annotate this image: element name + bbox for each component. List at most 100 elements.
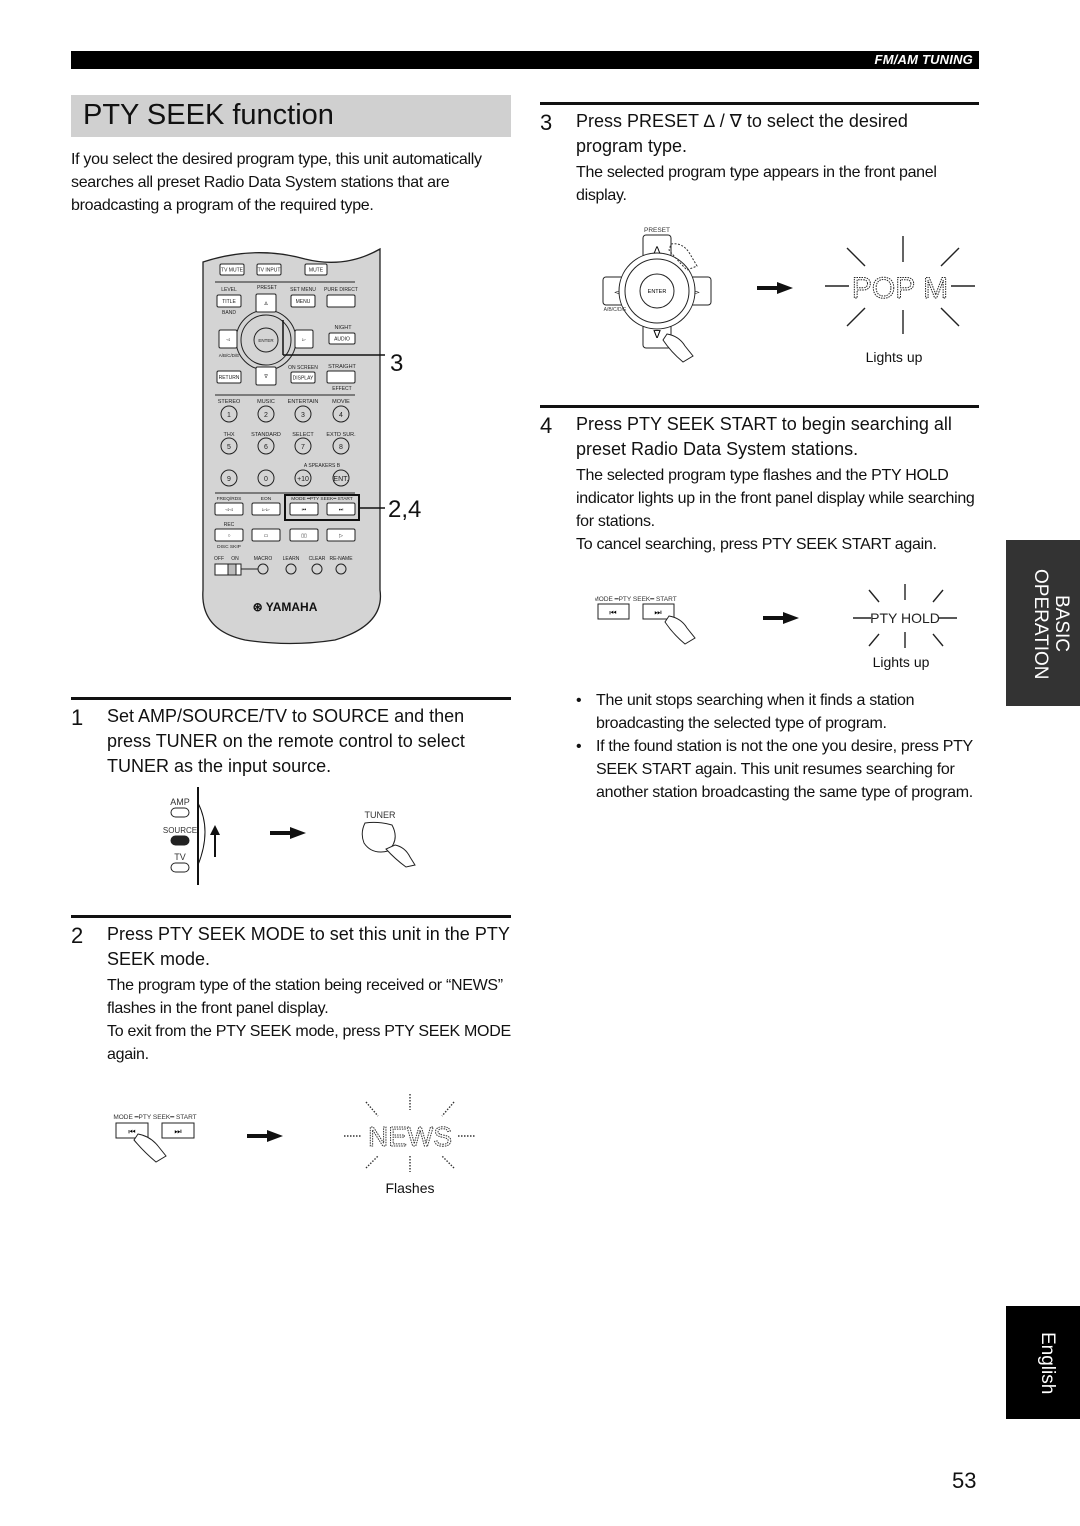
remote-label: EFFECT <box>332 386 351 392</box>
source-indicator <box>170 835 190 846</box>
side-tab-line-1: BASIC <box>1051 595 1072 653</box>
notes-list: The unit stops searching when it finds a… <box>576 689 980 804</box>
note-item: If the found station is not the one you … <box>576 735 980 804</box>
step-4-body-line: The selected program type flashes and th… <box>576 467 975 530</box>
right-button-label: ▻ <box>302 337 306 343</box>
num-5-button-label: 5 <box>227 444 231 451</box>
remote-label: FREQ/RDS <box>217 496 242 502</box>
key-3-button-label: ENT. <box>333 476 348 483</box>
abcde-label: A/B/C/D/E <box>604 307 627 313</box>
step-4-body-line: To cancel searching, press PTY SEEK STAR… <box>576 536 937 553</box>
tv-indicator <box>170 862 190 873</box>
remote-label: ENTERTAIN <box>288 399 319 405</box>
remote-label: LEARN <box>283 556 300 562</box>
menu-button-label: MENU <box>296 299 311 305</box>
function-button-0 <box>257 563 269 575</box>
right-arrow-icon <box>270 827 306 839</box>
step-4-heading: Press PTY SEEK START to begin searching … <box>576 414 952 459</box>
intro-paragraph: If you select the desired program type, … <box>71 151 482 214</box>
remote-label: MOVIE <box>332 399 350 405</box>
right-arrow-icon <box>757 282 793 294</box>
remote-label: STRAIGHT <box>328 364 356 370</box>
step-2-number: 2 <box>71 923 84 948</box>
step-4-body: The selected program type flashes and th… <box>576 464 979 556</box>
pty-seek-button-label: MODE ━PTY SEEK━ START <box>595 596 677 603</box>
enter-label: ENTER <box>258 338 274 343</box>
pty-hold-display-text: PTY HOLD <box>870 610 940 626</box>
section-label: FM/AM TUNING <box>874 52 973 67</box>
note-item: The unit stops searching when it finds a… <box>576 689 980 735</box>
step-2-heading: Press PTY SEEK MODE to set this unit in … <box>107 924 510 969</box>
audio-button-label: AUDIO <box>334 337 350 343</box>
tuner-label: TUNER <box>365 810 396 820</box>
remote-label: ON SCREEN <box>288 365 318 371</box>
lights-up-caption: Lights up <box>873 654 930 670</box>
language-side-tab: English <box>1006 1306 1080 1419</box>
remote-label: OFF <box>214 556 224 562</box>
section-side-tab: BASIC OPERATION <box>1006 540 1080 706</box>
num-7-button-label: 7 <box>301 444 305 451</box>
remote-label: THX <box>224 432 235 438</box>
title-button-label: TITLE <box>222 299 236 305</box>
eon-button-label: ▻▻ <box>262 507 270 513</box>
remote-label: MACRO <box>254 556 273 562</box>
remote-label: EXTD SUR. <box>326 432 356 438</box>
callout-3: 3 <box>390 350 403 377</box>
step-3-heading: Press PRESET ∆ / ∇ to select the desired… <box>576 109 976 159</box>
right-arrow-icon <box>763 612 799 624</box>
freq-rds-button-label: ◅◅ <box>225 507 233 513</box>
remote-label: CLEAR <box>309 556 326 562</box>
tv-input-button-label: TV INPUT <box>258 268 281 274</box>
pure-direct-button <box>326 294 356 308</box>
preset-label: PRESET <box>644 227 670 234</box>
svg-text:⏭: ⏭ <box>174 1127 181 1136</box>
amp-indicator <box>170 807 190 818</box>
page-title-box: PTY SEEK function <box>71 95 511 137</box>
num-4-button-label: 4 <box>339 412 343 419</box>
page-number: 53 <box>952 1468 977 1493</box>
source-label: SOURCE <box>163 826 197 835</box>
tv-label: TV <box>174 852 186 862</box>
function-button-1 <box>285 563 297 575</box>
step-2-body-line: To exit from the PTY SEEK mode, press PT… <box>107 1023 511 1063</box>
step-2-body: The program type of the station being re… <box>107 974 512 1066</box>
remote-label: REC <box>224 522 235 528</box>
remote-label: MODE ━PTY SEEK━ START <box>291 496 353 502</box>
enter-label: ENTER <box>648 289 667 295</box>
left-button-label: ◅ <box>226 337 230 343</box>
step-2-figure: MODE ━PTY SEEK━ START ⏮ ⏭ NEWS Flashes <box>113 1094 476 1196</box>
pop-m-display-text: POP M <box>852 272 948 305</box>
step-3-figure: PRESET ∆ ∇ ◅ ▻ ENTER A/B/C/D/E POP M Lig… <box>602 227 975 365</box>
remote-label: PURE DIRECT <box>324 287 358 293</box>
remote-label: STEREO <box>218 399 241 405</box>
num-6-button-label: 6 <box>264 444 268 451</box>
preset-up-down-symbols: ∆ / ∇ <box>703 111 742 131</box>
remote-label: ON <box>231 556 239 562</box>
function-button-2 <box>311 563 323 575</box>
remote-label: LEVEL <box>221 287 237 293</box>
mute-button-label: MUTE <box>309 268 324 274</box>
pty-seek-mode-button-label: ⏮ <box>302 507 307 513</box>
remote-label: SET MENU <box>290 287 316 293</box>
remote-label: MUSIC <box>257 399 275 405</box>
step-4-rule <box>540 405 979 408</box>
key-0-button-label: 9 <box>227 476 231 483</box>
yamaha-logo: ⊛ YAMAHA <box>253 600 318 614</box>
remote-label: RE-NAME <box>329 556 353 562</box>
section-header-bar: FM/AM TUNING <box>71 51 979 69</box>
pause-button-label: ▯▯ <box>301 533 307 539</box>
step-1-number: 1 <box>71 705 84 730</box>
remote-label: A/B/C/D/E <box>219 353 240 358</box>
page-title: PTY SEEK function <box>83 99 334 131</box>
preset-down-button-label: ∇ <box>263 374 268 380</box>
num-8-button-label: 8 <box>339 444 343 451</box>
news-display-text: NEWS <box>368 1121 452 1152</box>
language-label: English <box>1037 1331 1058 1395</box>
num-1-button-label: 1 <box>227 412 231 419</box>
lights-up-caption: Lights up <box>866 349 923 365</box>
pty-seek-button-label: MODE ━PTY SEEK━ START <box>113 1114 196 1121</box>
straight-button <box>326 370 356 384</box>
remote-label: BAND <box>222 310 236 316</box>
remote-label: DISC SKIP <box>217 544 241 550</box>
step-3-heading-prefix: Press PRESET <box>576 111 699 131</box>
